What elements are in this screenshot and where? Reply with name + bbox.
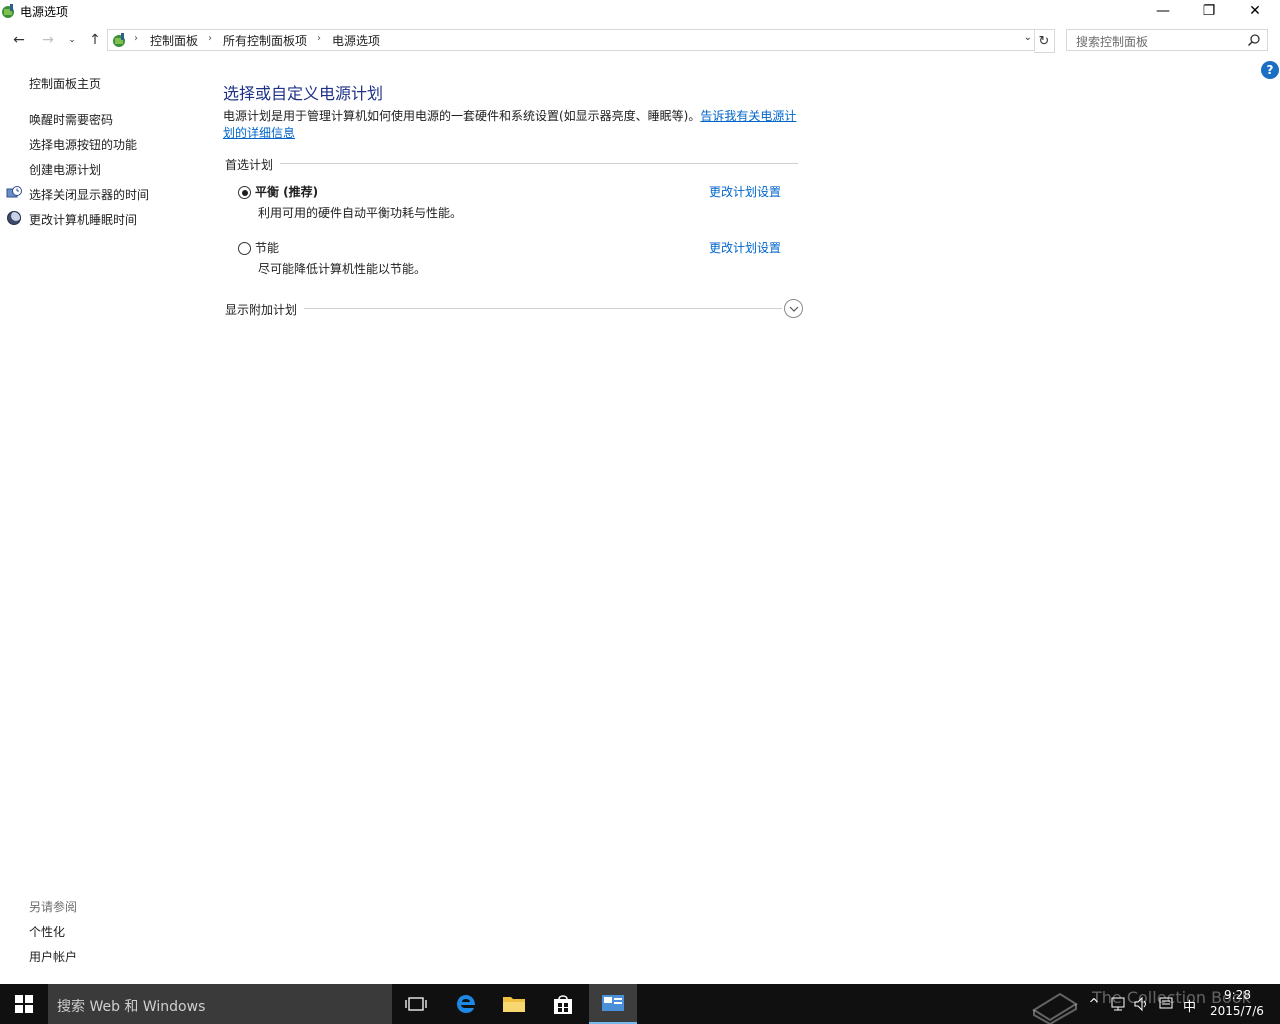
store-bag-icon [554,995,572,1014]
breadcrumb-separator[interactable]: › [317,33,321,44]
breadcrumb-all-items[interactable]: 所有控制面板项 [223,32,307,49]
back-button[interactable]: ← [8,28,30,52]
search-placeholder: 搜索控制面板 [1076,35,1149,49]
power-options-icon [2,4,14,18]
network-icon[interactable] [1110,996,1126,1012]
edge-browser-button[interactable] [442,984,490,1024]
sidebar-link-sleep-time[interactable]: 更改计算机睡眠时间 [29,211,137,228]
power-saver-plan-description: 尽可能降低计算机性能以节能。 [258,262,427,276]
breadcrumb-separator[interactable]: › [208,33,212,44]
taskbar-search-text: 搜索 Web 和 Windows [57,999,206,1015]
control-panel-taskbar-button[interactable] [589,984,637,1024]
file-explorer-button[interactable] [490,984,538,1024]
sidebar-link-display-off[interactable]: 选择关闭显示器的时间 [29,186,149,203]
task-view-icon [405,997,427,1011]
sidebar-link-power-buttons[interactable]: 选择电源按钮的功能 [29,136,137,153]
edge-icon [457,995,475,1013]
see-also-user-accounts-link[interactable]: 用户帐户 [29,948,77,965]
windows-logo-icon [15,995,33,1013]
balanced-plan-radio[interactable] [238,186,251,199]
section-divider [280,163,798,164]
refresh-button[interactable]: ↻ [1034,29,1055,53]
preferred-plans-heading: 首选计划 [225,156,280,173]
taskbar: 搜索 Web 和 Windows The Collection Book ^ 中… [0,984,1280,1024]
title-bar: 电源选项 — ❐ ✕ [0,0,1280,22]
page-title: 选择或自定义电源计划 [223,84,384,103]
volume-icon[interactable] [1133,996,1149,1012]
sleep-moon-icon [7,211,21,225]
taskbar-search-box[interactable]: 搜索 Web 和 Windows [48,984,392,1024]
balanced-plan-name[interactable]: 平衡 (推荐) [255,183,318,200]
power-saver-plan-change-settings-link[interactable]: 更改计划设置 [709,239,781,256]
section-divider [304,308,782,309]
sidebar-link-wake-password[interactable]: 唤醒时需要密码 [29,111,113,128]
task-view-button[interactable] [392,984,440,1024]
start-button[interactable] [0,984,48,1024]
breadcrumb-control-panel[interactable]: 控制面板 [150,32,198,49]
balanced-plan-description: 利用可用的硬件自动平衡功耗与性能。 [258,206,463,220]
search-icon[interactable] [1247,33,1261,47]
balanced-plan-change-settings-link[interactable]: 更改计划设置 [709,183,781,200]
chevron-up-icon[interactable]: ^ [1086,996,1102,1012]
notification-icon[interactable] [1158,996,1174,1012]
breadcrumb-separator[interactable]: › [134,33,138,44]
show-additional-plans-label[interactable]: 显示附加计划 [225,301,304,318]
control-panel-icon [602,995,624,1011]
recent-locations-button[interactable]: ⌄ [61,28,83,52]
forward-button[interactable]: → [37,28,59,52]
chevron-down-icon[interactable]: ⌄ [1024,32,1032,43]
maximize-button[interactable]: ❐ [1186,0,1232,22]
power-saver-plan-name[interactable]: 节能 [255,239,279,256]
breadcrumb-power-options[interactable]: 电源选项 [332,32,380,49]
clock-time[interactable]: 9:28 [1224,988,1251,1002]
power-options-window: 电源选项 — ❐ ✕ ← → ⌄ ↑ › 控制面板 › 所有控制面板项 › 电源… [0,0,1280,984]
clock-date[interactable]: 2015/7/6 [1210,1004,1264,1018]
address-bar[interactable]: › 控制面板 › 所有控制面板项 › 电源选项 ⌄ [107,29,1035,51]
window-title: 电源选项 [20,5,69,19]
minimize-button[interactable]: — [1140,0,1186,22]
book-watermark-icon [1032,992,1078,1024]
sidebar-home-link[interactable]: 控制面板主页 [29,75,101,92]
search-input[interactable]: 搜索控制面板 [1066,29,1268,51]
close-button[interactable]: ✕ [1232,0,1278,22]
monitor-clock-icon [6,186,22,198]
folder-icon [503,997,525,1012]
chevron-down-icon [789,306,798,312]
power-saver-plan-radio[interactable] [238,242,251,255]
help-icon[interactable]: ? [1261,61,1279,79]
description-text: 电源计划是用于管理计算机如何使用电源的一套硬件和系统设置(如显示器亮度、睡眠等)… [223,109,701,123]
page-description: 电源计划是用于管理计算机如何使用电源的一套硬件和系统设置(如显示器亮度、睡眠等)… [223,108,803,142]
navigation-bar: ← → ⌄ ↑ › 控制面板 › 所有控制面板项 › 电源选项 ⌄ ↻ 搜索控制… [0,28,1280,53]
store-button[interactable] [539,984,587,1024]
see-also-heading: 另请参阅 [29,900,78,914]
ime-indicator[interactable]: 中 [1183,996,1196,1015]
see-also-personalization-link[interactable]: 个性化 [29,923,65,940]
sidebar-link-create-plan[interactable]: 创建电源计划 [29,161,101,178]
control-panel-icon [113,33,125,47]
up-button[interactable]: ↑ [84,28,106,52]
expand-chevron-icon[interactable] [784,299,803,318]
